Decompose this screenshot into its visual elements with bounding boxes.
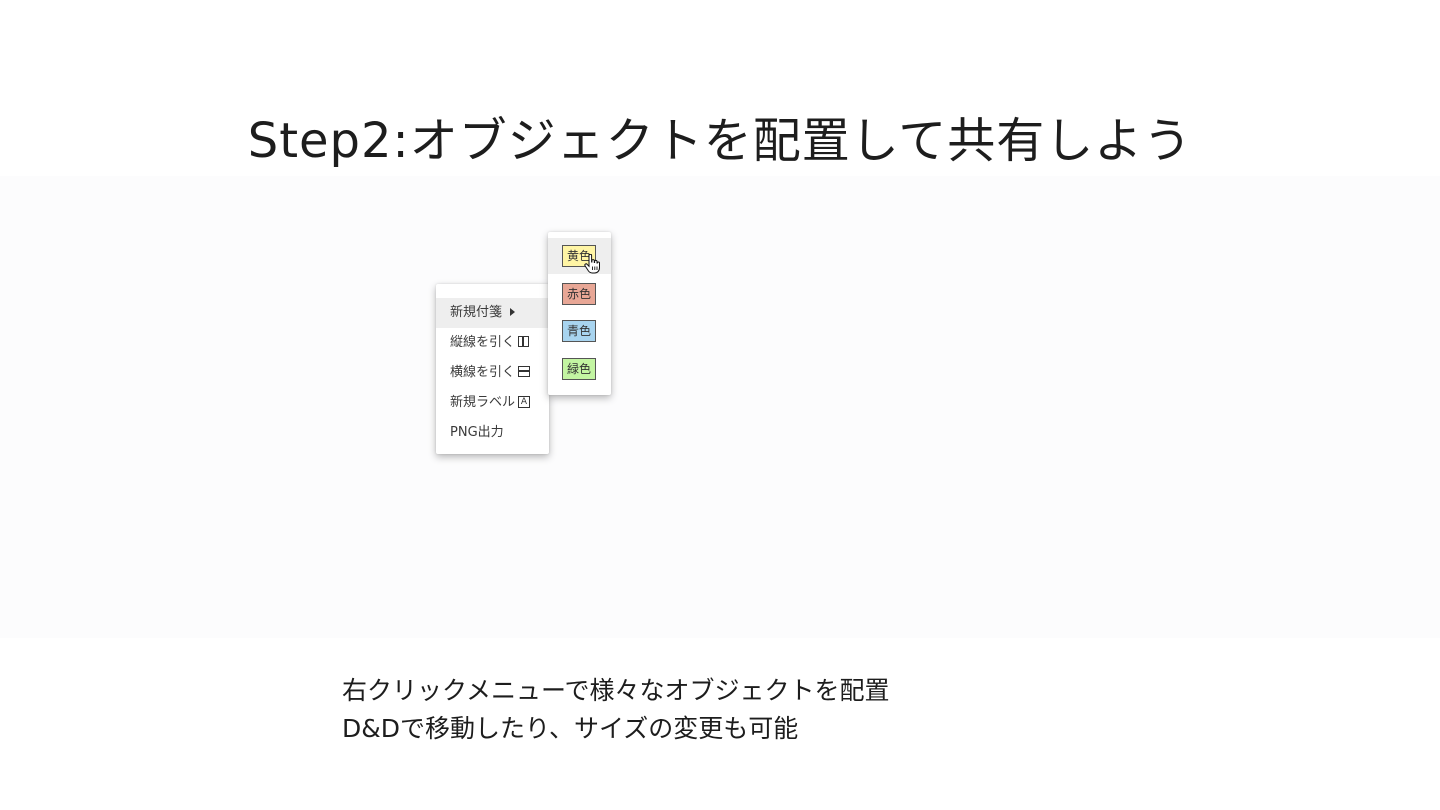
whiteboard-canvas[interactable] xyxy=(0,176,1440,638)
submenu-item-blue[interactable]: 青色 xyxy=(548,313,611,349)
menu-item-horizontal-line[interactable]: 横線を引く xyxy=(436,358,549,388)
menu-item-png-export[interactable]: PNG出力 xyxy=(436,418,549,448)
submenu-arrow-icon xyxy=(510,307,516,316)
menu-item-label: PNG出力 xyxy=(450,425,504,440)
context-menu: 新規付箋 縦線を引く 横線を引く 新規ラベル A PNG出力 xyxy=(436,284,549,454)
label-icon: A xyxy=(518,395,531,408)
menu-item-label: 新規付箋 xyxy=(450,305,503,320)
red-swatch: 赤色 xyxy=(562,283,596,305)
hand-pointer-icon xyxy=(584,254,600,274)
menu-item-label: 横線を引く xyxy=(450,365,516,380)
submenu-item-green[interactable]: 緑色 xyxy=(548,351,611,387)
page-title: Step2:オブジェクトを配置して共有しよう xyxy=(247,113,1193,169)
caption-line-2: D&Dで移動したり、サイズの変更も可能 xyxy=(342,714,799,743)
green-swatch: 緑色 xyxy=(562,358,596,380)
horizontal-line-icon xyxy=(518,366,531,377)
menu-item-label: 新規ラベル xyxy=(450,395,516,410)
menu-item-new-sticky[interactable]: 新規付箋 xyxy=(436,298,549,328)
submenu-item-red[interactable]: 赤色 xyxy=(548,276,611,312)
caption: 右クリックメニューで様々なオブジェクトを配置 D&Dで移動したり、サイズの変更も… xyxy=(342,672,890,748)
slide: Step2:オブジェクトを配置して共有しよう 新規付箋 縦線を引く 横線を引く … xyxy=(0,0,1440,810)
caption-line-1: 右クリックメニューで様々なオブジェクトを配置 xyxy=(342,676,890,705)
submenu-item-yellow[interactable]: 黄色 xyxy=(548,238,611,274)
vertical-line-icon xyxy=(518,336,530,347)
menu-item-label: 縦線を引く xyxy=(450,335,516,350)
sticky-color-submenu: 黄色 赤色 青色 緑色 xyxy=(548,232,611,395)
menu-item-vertical-line[interactable]: 縦線を引く xyxy=(436,328,549,358)
menu-item-new-label[interactable]: 新規ラベル A xyxy=(436,388,549,418)
blue-swatch: 青色 xyxy=(562,320,596,342)
